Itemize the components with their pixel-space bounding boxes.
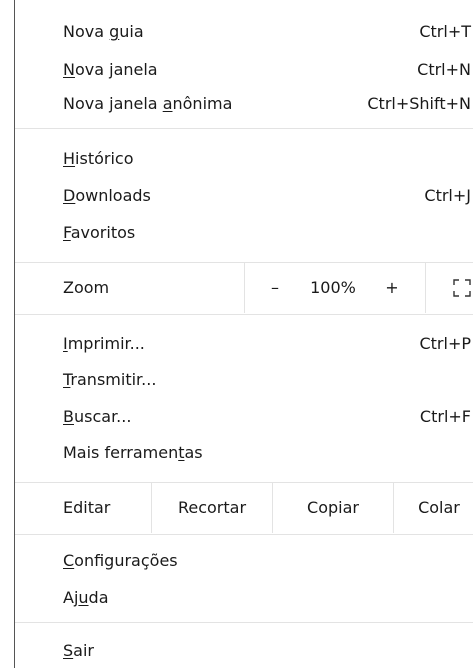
- shortcut-label: Ctrl+P: [419, 334, 471, 353]
- menu-item-find[interactable]: Buscar... Ctrl+F: [15, 401, 473, 433]
- zoom-divider: [244, 263, 245, 313]
- shortcut-label: Ctrl+N: [417, 60, 471, 79]
- zoom-divider: [425, 263, 426, 313]
- zoom-out-button[interactable]: –: [261, 263, 289, 313]
- menu-item-new-incognito-window[interactable]: Nova janela anônima Ctrl+Shift+N: [15, 88, 473, 120]
- fullscreen-icon[interactable]: [453, 279, 471, 297]
- menu-separator: [15, 622, 473, 623]
- menu-item-label: Nova janela: [63, 60, 158, 79]
- menu-item-label: Histórico: [63, 149, 134, 168]
- shortcut-label: Ctrl+J: [424, 186, 471, 205]
- zoom-in-button[interactable]: +: [379, 263, 405, 313]
- zoom-row: Zoom – 100% +: [15, 263, 473, 313]
- menu-item-more-tools[interactable]: Mais ferramentas: [15, 437, 473, 469]
- menu-item-settings[interactable]: Configurações: [15, 545, 473, 577]
- menu-item-label: Ajuda: [63, 588, 109, 607]
- edit-row: Editar Recortar Copiar Colar: [15, 483, 473, 533]
- menu-item-label: Mais ferramentas: [63, 443, 203, 462]
- menu-item-label: Imprimir...: [63, 334, 145, 353]
- menu-item-label: Transmitir...: [63, 370, 157, 389]
- edit-label: Editar: [63, 498, 111, 517]
- menu-item-label: Favoritos: [63, 223, 136, 242]
- paste-button[interactable]: Colar: [394, 483, 473, 533]
- menu-separator: [15, 534, 473, 535]
- menu-item-cast[interactable]: Transmitir...: [15, 364, 473, 396]
- menu-item-new-window[interactable]: Nova janela Ctrl+N: [15, 54, 473, 86]
- menu-item-downloads[interactable]: Downloads Ctrl+J: [15, 180, 473, 212]
- copy-button[interactable]: Copiar: [273, 483, 393, 533]
- menu-item-label: Nova janela anônima: [63, 94, 233, 113]
- menu-item-label: Configurações: [63, 551, 178, 570]
- menu-separator: [15, 314, 473, 315]
- menu-item-history[interactable]: Histórico: [15, 143, 473, 175]
- chrome-menu: Nova guia Ctrl+T Nova janela Ctrl+N Nova…: [14, 0, 473, 668]
- zoom-label: Zoom: [63, 278, 110, 297]
- menu-item-label: Buscar...: [63, 407, 132, 426]
- menu-item-label: Sair: [63, 641, 94, 660]
- menu-item-print[interactable]: Imprimir... Ctrl+P: [15, 328, 473, 360]
- menu-item-bookmarks[interactable]: Favoritos: [15, 217, 473, 249]
- menu-item-label: Nova guia: [63, 22, 144, 41]
- menu-item-label: Downloads: [63, 186, 151, 205]
- zoom-level: 100%: [310, 278, 356, 297]
- menu-item-exit[interactable]: Sair: [15, 635, 473, 667]
- shortcut-label: Ctrl+T: [419, 22, 471, 41]
- menu-separator: [15, 128, 473, 129]
- shortcut-label: Ctrl+F: [419, 407, 471, 426]
- menu-item-help[interactable]: Ajuda: [15, 582, 473, 614]
- shortcut-label: Ctrl+Shift+N: [367, 94, 471, 113]
- cut-button[interactable]: Recortar: [152, 483, 272, 533]
- menu-item-new-tab[interactable]: Nova guia Ctrl+T: [15, 16, 473, 48]
